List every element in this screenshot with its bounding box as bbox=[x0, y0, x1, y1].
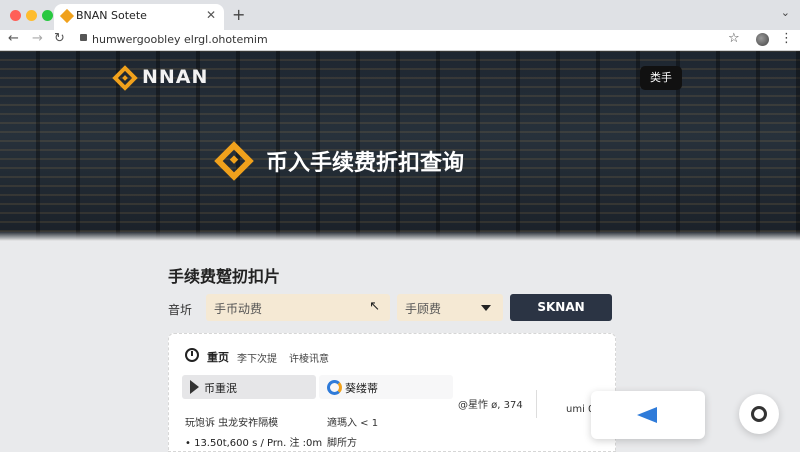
coin-select-value: 手币动费 bbox=[214, 302, 263, 316]
browser-tab-bar: BNAN Sotete ✕ + ⌄ bbox=[0, 0, 800, 30]
help-button[interactable] bbox=[739, 394, 779, 434]
chevron-down-icon bbox=[481, 305, 491, 311]
filter-label: 音圻 bbox=[168, 303, 193, 317]
subtab-fee-label: 葵缕蒂 bbox=[345, 382, 378, 395]
info-text-left: 玩饱诉 虫龙安祚隔模 bbox=[185, 418, 279, 429]
cursor-arrow-icon: ↖ bbox=[369, 299, 380, 314]
clock-icon bbox=[185, 348, 199, 362]
maximize-window-button[interactable] bbox=[42, 10, 53, 21]
stat-value-a: @星怍 ø, 374 bbox=[458, 400, 523, 411]
tab-next[interactable]: 李下次提 bbox=[237, 350, 277, 365]
rate-text-left: • 13.50t,600 s / Prn. 注 :0m bbox=[185, 438, 323, 449]
address-bar[interactable]: humwergoobley elrgl.ohotemim bbox=[74, 32, 734, 48]
profile-avatar[interactable] bbox=[756, 33, 769, 46]
bird-icon bbox=[637, 407, 657, 423]
hero-title: 币入手续费折扣查询 bbox=[266, 151, 465, 176]
section-title: 手续费蹵扨扣片 bbox=[168, 267, 281, 286]
stat-divider bbox=[536, 390, 537, 418]
hero-banner: NNAN 类手 币入手续费折扣查询 bbox=[0, 51, 800, 241]
favicon-icon bbox=[59, 8, 75, 24]
subtab-coin[interactable]: 币重泯 bbox=[182, 375, 316, 399]
search-button[interactable]: SKNAN bbox=[510, 294, 612, 321]
tab-list-chevron-icon[interactable]: ⌄ bbox=[781, 6, 790, 19]
browser-menu-icon[interactable]: ⋮ bbox=[780, 31, 793, 46]
coin-select[interactable]: 手币动费 ↖ bbox=[206, 294, 390, 321]
bookmark-star-icon[interactable]: ☆ bbox=[728, 31, 740, 46]
floating-card[interactable] bbox=[591, 391, 705, 439]
lock-icon bbox=[80, 34, 87, 41]
reload-button[interactable]: ↻ bbox=[54, 31, 65, 46]
browser-tab[interactable]: BNAN Sotete ✕ bbox=[54, 4, 224, 30]
tab-details[interactable]: 许棱讯意 bbox=[289, 350, 329, 365]
close-window-button[interactable] bbox=[10, 10, 21, 21]
tab-title: BNAN Sotete bbox=[76, 9, 147, 22]
header-action-button[interactable]: 类手 bbox=[640, 66, 682, 90]
results-panel: 重页 李下次提 许棱讯意 币重泯 葵缕蒂 玩饱诉 虫龙安祚隔模 適瑪入 < 1 … bbox=[168, 333, 616, 452]
rate-text-right: 脚所方 bbox=[327, 438, 357, 449]
support-icon bbox=[751, 406, 767, 422]
close-tab-icon[interactable]: ✕ bbox=[206, 8, 216, 22]
forward-button[interactable]: → bbox=[32, 31, 43, 46]
hero-logo-icon bbox=[214, 141, 254, 181]
tab-overview[interactable]: 重页 bbox=[207, 349, 229, 365]
fee-select[interactable]: 手顾费 bbox=[397, 294, 503, 321]
url-text: humwergoobley elrgl.ohotemim bbox=[92, 33, 268, 46]
subtab-fee[interactable]: 葵缕蒂 bbox=[319, 375, 453, 399]
brand-logo-icon bbox=[112, 65, 138, 91]
browser-toolbar: ← → ↻ humwergoobley elrgl.ohotemim ☆ ⋮ bbox=[0, 30, 800, 51]
spinner-icon bbox=[327, 380, 342, 395]
play-icon bbox=[190, 380, 199, 394]
subtab-coin-label: 币重泯 bbox=[204, 382, 237, 395]
new-tab-button[interactable]: + bbox=[232, 5, 245, 24]
fee-select-value: 手顾费 bbox=[405, 302, 442, 316]
info-text-right: 適瑪入 < 1 bbox=[327, 418, 379, 429]
back-button[interactable]: ← bbox=[8, 31, 19, 46]
brand-name[interactable]: NNAN bbox=[142, 66, 208, 88]
minimize-window-button[interactable] bbox=[26, 10, 37, 21]
